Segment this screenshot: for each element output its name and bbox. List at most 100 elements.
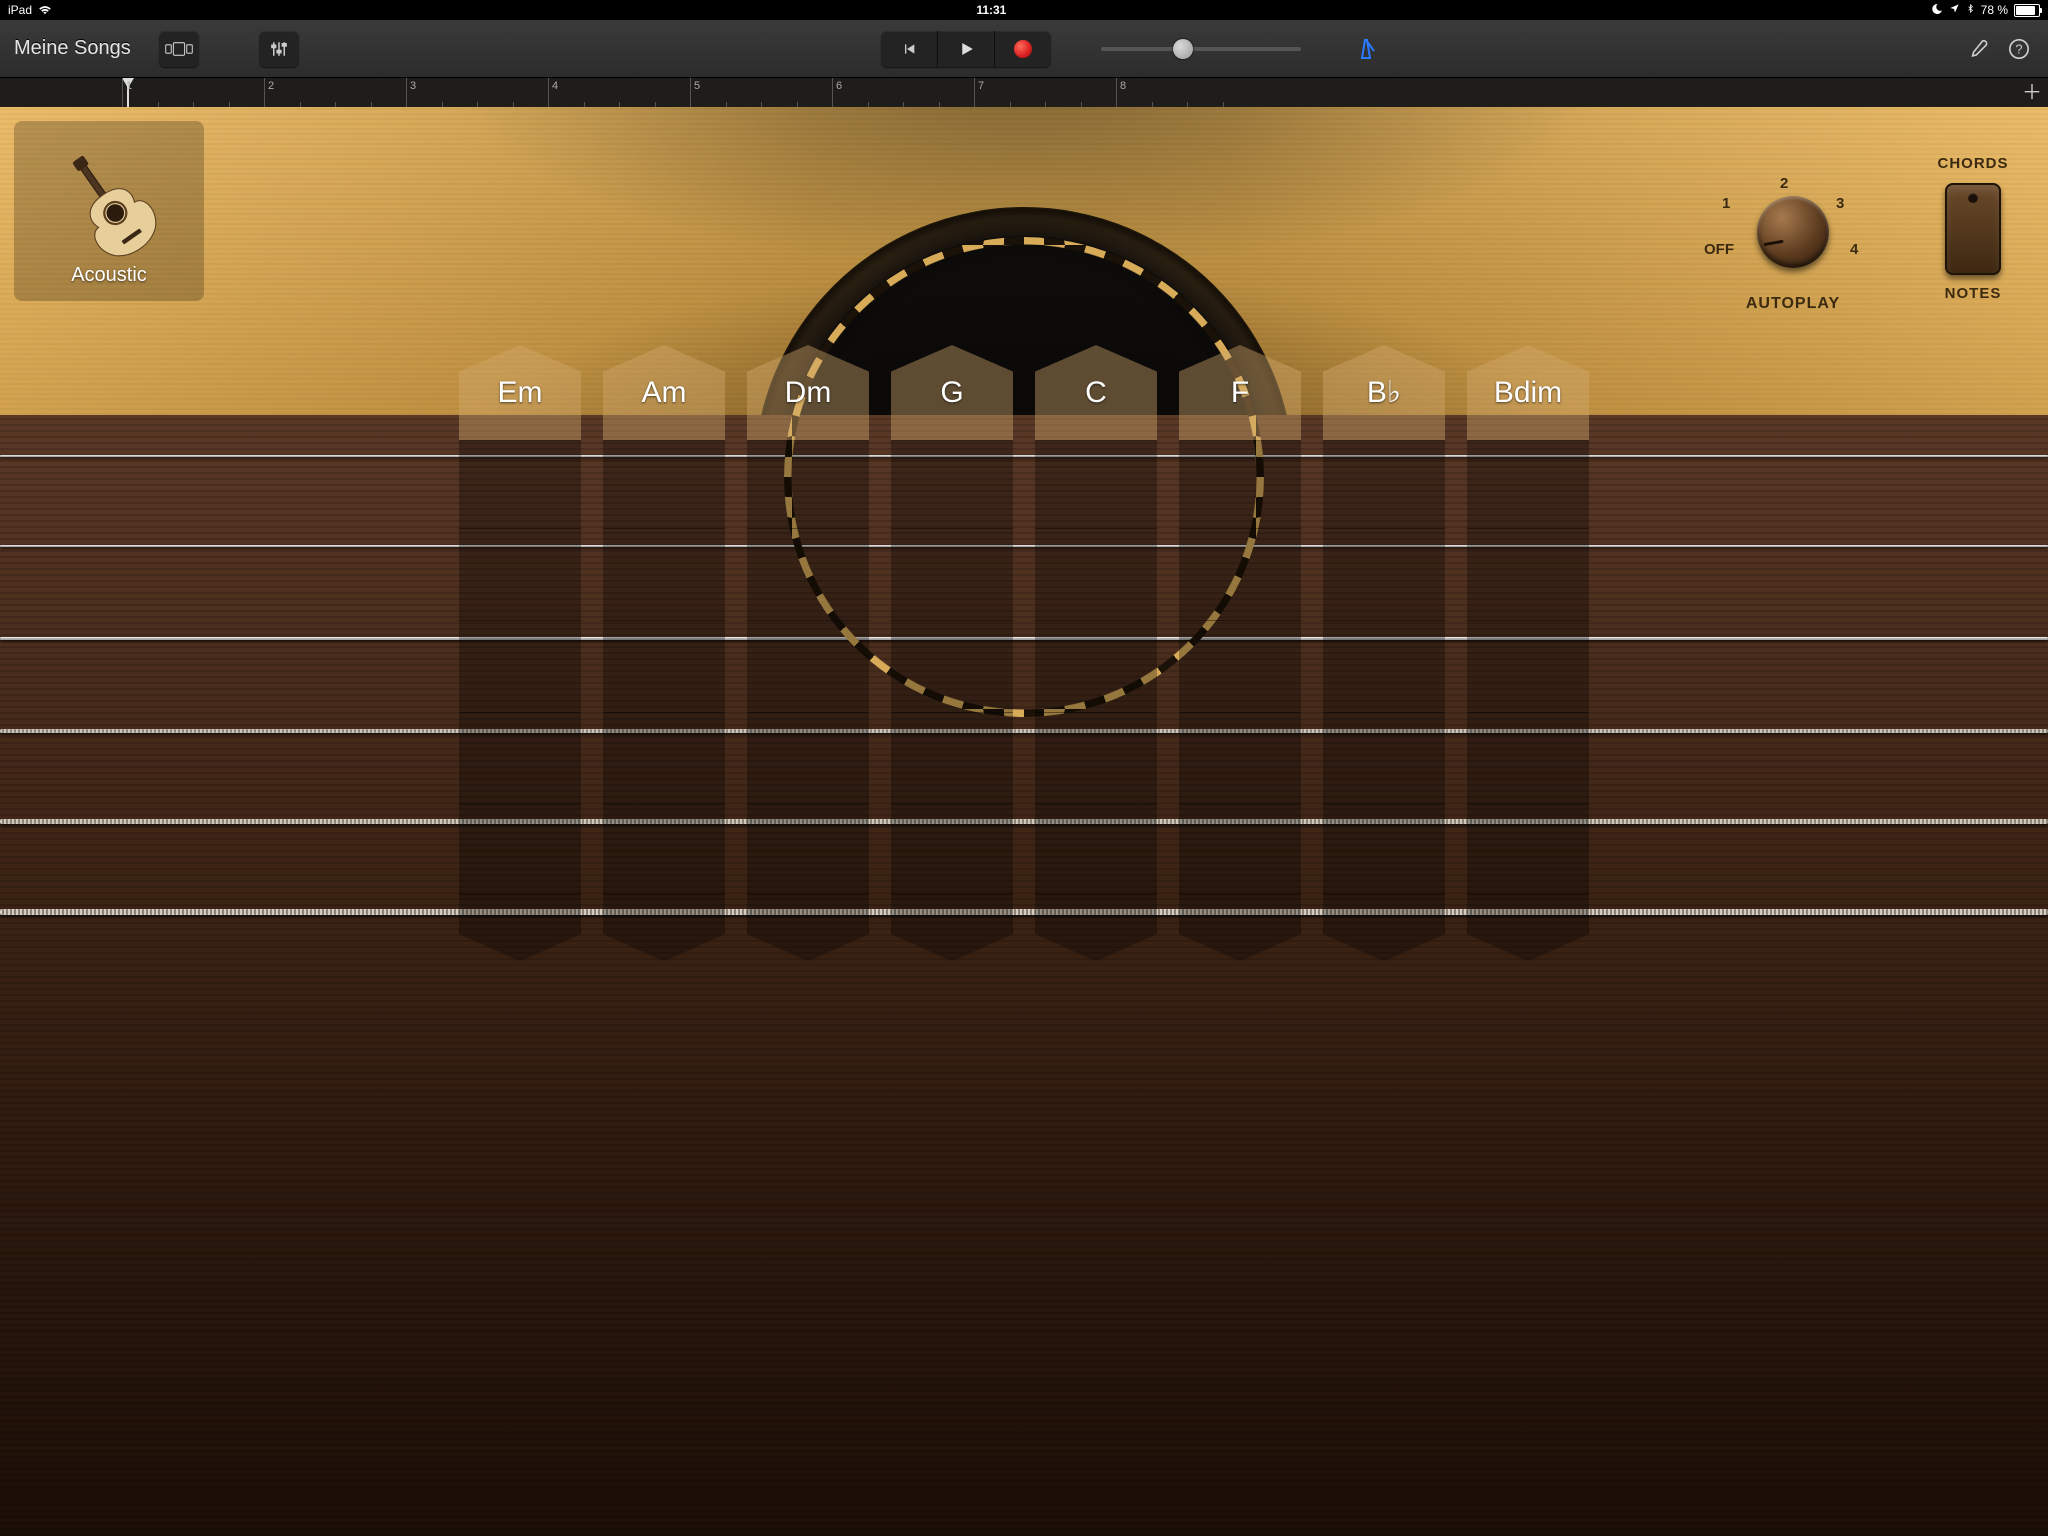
chord-segment[interactable] xyxy=(459,712,581,805)
ruler-bar-label: 7 xyxy=(978,78,984,92)
add-section-button[interactable]: ＋ xyxy=(2022,83,2042,103)
autoplay-knob[interactable]: OFF 1 2 3 4 AUTOPLAY xyxy=(1708,147,1878,317)
string-4[interactable] xyxy=(0,729,2048,733)
chord-segment[interactable] xyxy=(891,804,1013,895)
chord-strip[interactable]: F xyxy=(1179,345,1301,945)
chord-strip[interactable]: G xyxy=(891,345,1013,945)
knob-label-2: 2 xyxy=(1780,175,1788,192)
volume-slider[interactable] xyxy=(1101,47,1301,51)
chord-label[interactable]: Em xyxy=(459,345,581,440)
chord-segment[interactable] xyxy=(603,712,725,805)
chord-segment[interactable] xyxy=(603,440,725,529)
chord-body[interactable] xyxy=(1179,440,1301,945)
knob-label-4: 4 xyxy=(1850,241,1858,258)
chord-segment[interactable] xyxy=(603,804,725,895)
chord-segment[interactable] xyxy=(1179,440,1301,529)
chord-strip[interactable]: Em xyxy=(459,345,581,945)
view-switch-button[interactable] xyxy=(159,31,199,67)
chord-label[interactable]: G xyxy=(891,345,1013,440)
status-bar: iPad 11:31 78 % xyxy=(0,0,2048,20)
chord-segment[interactable] xyxy=(1035,528,1157,621)
string-6[interactable] xyxy=(0,909,2048,915)
chord-segment[interactable] xyxy=(1323,528,1445,621)
string-5[interactable] xyxy=(0,819,2048,824)
chord-label[interactable]: B♭ xyxy=(1323,345,1445,440)
chord-segment[interactable] xyxy=(891,712,1013,805)
fretboard[interactable] xyxy=(0,415,2048,1536)
chord-strip[interactable]: Am xyxy=(603,345,725,945)
settings-button[interactable] xyxy=(1964,34,1994,64)
chord-label[interactable]: C xyxy=(1035,345,1157,440)
chord-segment[interactable] xyxy=(747,620,869,713)
chord-strip[interactable]: C xyxy=(1035,345,1157,945)
chord-label[interactable]: F xyxy=(1179,345,1301,440)
record-button[interactable] xyxy=(995,31,1051,67)
chord-body[interactable] xyxy=(747,440,869,945)
ruler-bar-label: 1 xyxy=(126,78,132,92)
chord-segment[interactable] xyxy=(747,440,869,529)
my-songs-button[interactable]: Meine Songs xyxy=(14,37,131,60)
volume-thumb[interactable] xyxy=(1173,39,1193,59)
chord-body[interactable] xyxy=(459,440,581,945)
ruler-bar-tick xyxy=(974,78,975,108)
string-2[interactable] xyxy=(0,545,2048,547)
chord-segment[interactable] xyxy=(459,620,581,713)
timeline-ruler[interactable]: ＋ 12345678 xyxy=(0,77,2048,109)
switch-label-chords: CHORDS xyxy=(1928,155,2018,172)
metronome-button[interactable] xyxy=(1351,34,1381,64)
chord-segment[interactable] xyxy=(459,440,581,529)
chord-segment[interactable] xyxy=(891,528,1013,621)
chord-label[interactable]: Am xyxy=(603,345,725,440)
chord-body[interactable] xyxy=(1323,440,1445,945)
chord-segment[interactable] xyxy=(747,528,869,621)
chord-segment[interactable] xyxy=(1323,712,1445,805)
chord-label[interactable]: Dm xyxy=(747,345,869,440)
chord-segment[interactable] xyxy=(747,712,869,805)
string-1[interactable] xyxy=(0,455,2048,457)
chord-segment[interactable] xyxy=(1179,712,1301,805)
chord-segment[interactable] xyxy=(459,528,581,621)
chord-segment[interactable] xyxy=(1179,528,1301,621)
ruler-bar-label: 6 xyxy=(836,78,842,92)
string-3[interactable] xyxy=(0,637,2048,640)
chord-segment[interactable] xyxy=(1035,620,1157,713)
chord-body[interactable] xyxy=(603,440,725,945)
play-button[interactable] xyxy=(938,31,995,67)
chord-segment[interactable] xyxy=(1467,804,1589,895)
instrument-tile[interactable]: Acoustic xyxy=(14,121,204,301)
chord-segment[interactable] xyxy=(891,440,1013,529)
chord-segment[interactable] xyxy=(1323,620,1445,713)
chord-segment[interactable] xyxy=(891,620,1013,713)
chord-segment[interactable] xyxy=(1467,440,1589,529)
help-button[interactable]: ? xyxy=(2004,34,2034,64)
chord-segment[interactable] xyxy=(1323,440,1445,529)
chord-label[interactable]: Bdim xyxy=(1467,345,1589,440)
chord-segment[interactable] xyxy=(1179,620,1301,713)
chord-strip[interactable]: Dm xyxy=(747,345,869,945)
chord-segment[interactable] xyxy=(1323,804,1445,895)
chord-segment[interactable] xyxy=(1179,804,1301,895)
chord-segment[interactable] xyxy=(747,804,869,895)
track-controls-button[interactable] xyxy=(259,31,299,67)
chord-body[interactable] xyxy=(1035,440,1157,945)
chord-segment[interactable] xyxy=(1467,712,1589,805)
chords-notes-switch[interactable]: CHORDS NOTES xyxy=(1928,147,2018,317)
chord-body[interactable] xyxy=(891,440,1013,945)
chord-segment[interactable] xyxy=(1035,712,1157,805)
chord-segment[interactable] xyxy=(1467,528,1589,621)
chord-body[interactable] xyxy=(1467,440,1589,945)
chord-strip[interactable]: B♭ xyxy=(1323,345,1445,945)
chord-segment[interactable] xyxy=(603,620,725,713)
record-icon xyxy=(1014,40,1032,58)
chord-strip[interactable]: Bdim xyxy=(1467,345,1589,945)
status-time: 11:31 xyxy=(52,3,1931,17)
chord-segment[interactable] xyxy=(603,528,725,621)
chord-segment[interactable] xyxy=(1035,440,1157,529)
chord-segment[interactable] xyxy=(1035,804,1157,895)
knob-dial[interactable] xyxy=(1757,196,1829,268)
chord-segment[interactable] xyxy=(1467,620,1589,713)
switch-body[interactable] xyxy=(1945,183,2001,275)
chord-segment[interactable] xyxy=(459,804,581,895)
go-to-start-button[interactable] xyxy=(881,31,938,67)
guitar-icon xyxy=(49,144,169,264)
